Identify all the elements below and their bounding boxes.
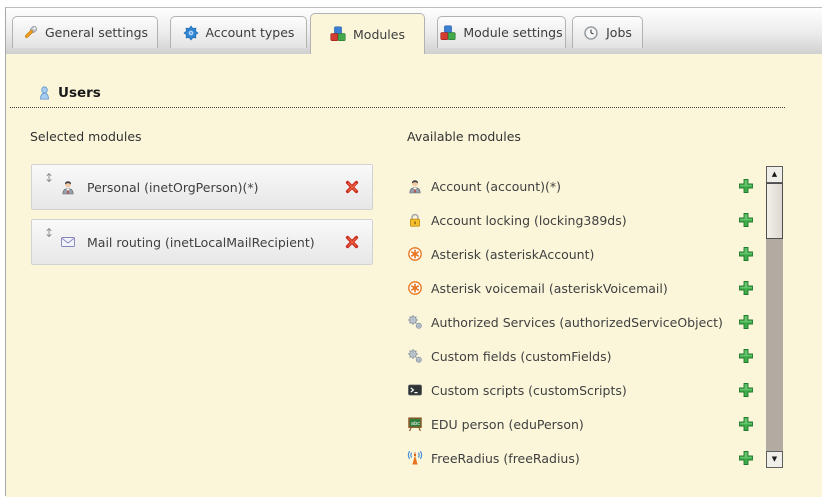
add-module-button[interactable] [738, 280, 755, 297]
available-module-row: Custom fields (customFields) [407, 346, 755, 366]
drag-handle-icon[interactable]: ↕ [42, 171, 56, 185]
tab-label: Account types [206, 25, 295, 40]
tab-jobs[interactable]: Jobs [572, 16, 643, 48]
section-divider [10, 107, 785, 108]
tab-label: Jobs [606, 25, 632, 40]
available-module-row: Asterisk voicemail (asteriskVoicemail) [407, 278, 755, 298]
asterisk-icon [407, 280, 423, 296]
terminal-icon [407, 382, 423, 398]
tab-general-settings[interactable]: General settings [12, 16, 158, 48]
section-heading-users: Users [37, 85, 101, 101]
available-module-row: Asterisk (asteriskAccount) [407, 244, 755, 264]
selected-modules-heading: Selected modules [30, 129, 142, 144]
available-modules-scrollbar: ▲ ▼ [766, 166, 783, 468]
available-module-label: EDU person (eduPerson) [431, 417, 584, 432]
available-module-row: Account locking (locking389ds) [407, 210, 755, 230]
available-module-row: Authorized Services (authorizedServiceOb… [407, 312, 755, 332]
section-title: Users [58, 85, 101, 101]
modules-tab-content: Users Selected modules Available modules… [6, 54, 822, 497]
person-icon [60, 179, 76, 195]
plus-icon [738, 212, 754, 228]
selected-module-personal[interactable]: ↕ Personal (inetOrgPerson)(*) [31, 164, 373, 210]
selected-module-label: Mail routing (inetLocalMailRecipient) [87, 235, 315, 250]
available-module-row: FreeRadius (freeRadius) [407, 448, 755, 468]
add-module-button[interactable] [738, 382, 755, 399]
available-module-label: Authorized Services (authorizedServiceOb… [431, 315, 723, 330]
scrollbar-thumb[interactable] [766, 183, 783, 239]
add-module-button[interactable] [738, 246, 755, 263]
clock-icon [583, 25, 599, 41]
available-module-row: Custom scripts (customScripts) [407, 380, 755, 400]
available-module-row: Account (account)(*) [407, 176, 755, 196]
plus-icon [738, 314, 754, 330]
add-module-button[interactable] [738, 348, 755, 365]
tab-label: General settings [45, 25, 148, 40]
selected-module-label: Personal (inetOrgPerson)(*) [87, 180, 259, 195]
available-module-label: Account (account)(*) [431, 179, 561, 194]
add-module-button[interactable] [738, 450, 755, 467]
gears-icon [407, 314, 423, 330]
available-modules-heading: Available modules [407, 129, 521, 144]
add-module-button[interactable] [738, 314, 755, 331]
tab-bar: General settings Account types Modules M… [6, 8, 822, 54]
plus-icon [738, 416, 754, 432]
envelope-icon [60, 234, 76, 250]
available-module-label: Asterisk (asteriskAccount) [431, 247, 594, 262]
delete-x-icon [344, 179, 360, 195]
plus-icon [738, 348, 754, 364]
cubes-icon [330, 26, 346, 42]
plus-icon [738, 382, 754, 398]
scroll-up-button[interactable]: ▲ [766, 166, 783, 183]
antenna-icon [407, 450, 423, 466]
gears-icon [407, 348, 423, 364]
drag-handle-icon[interactable]: ↕ [42, 226, 56, 240]
available-module-label: Asterisk voicemail (asteriskVoicemail) [431, 281, 668, 296]
gear-icon [183, 25, 199, 41]
selected-module-mail-routing[interactable]: ↕ Mail routing (inetLocalMailRecipient) [31, 219, 373, 265]
remove-module-button[interactable] [340, 233, 358, 251]
plus-icon [738, 246, 754, 262]
tab-modules[interactable]: Modules [310, 13, 425, 54]
tab-module-settings[interactable]: Module settings [437, 16, 566, 48]
available-module-label: Custom fields (customFields) [431, 349, 611, 364]
plus-icon [738, 450, 754, 466]
tab-label: Module settings [463, 25, 562, 40]
available-module-label: Account locking (locking389ds) [431, 213, 627, 228]
cubes-icon [440, 25, 456, 41]
available-module-label: Custom scripts (customScripts) [431, 383, 627, 398]
chalkboard-icon [407, 416, 423, 432]
person-icon [407, 178, 423, 194]
add-module-button[interactable] [738, 178, 755, 195]
available-module-label: FreeRadius (freeRadius) [431, 451, 580, 466]
delete-x-icon [344, 234, 360, 250]
tab-account-types[interactable]: Account types [170, 16, 307, 48]
add-module-button[interactable] [738, 416, 755, 433]
available-module-row: EDU person (eduPerson) [407, 414, 755, 434]
wrench-icon [22, 25, 38, 41]
plus-icon [738, 178, 754, 194]
remove-module-button[interactable] [340, 178, 358, 196]
plus-icon [738, 280, 754, 296]
padlock-icon [407, 212, 423, 228]
user-icon [37, 86, 52, 101]
settings-panel: General settings Account types Modules M… [5, 7, 822, 496]
add-module-button[interactable] [738, 212, 755, 229]
scroll-down-button[interactable]: ▼ [766, 451, 783, 468]
asterisk-icon [407, 246, 423, 262]
tab-label: Modules [353, 27, 405, 42]
